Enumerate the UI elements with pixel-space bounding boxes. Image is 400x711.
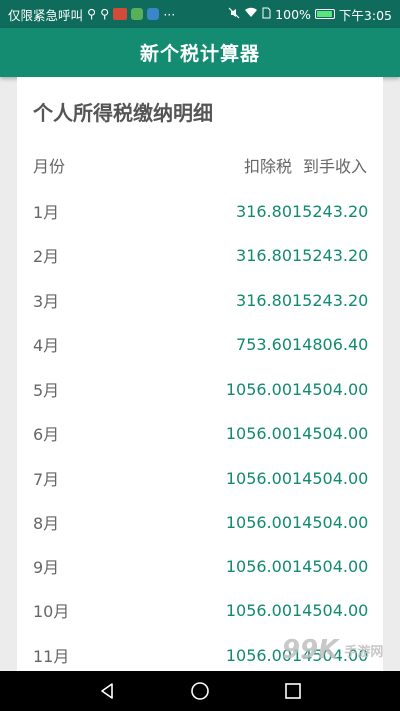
- more-notifications: ···: [163, 6, 176, 22]
- table-row: 7月 1056.00 14504.00: [33, 463, 369, 493]
- column-header-tax: 扣除税: [243, 157, 292, 176]
- row-month: 1月: [33, 203, 60, 222]
- table-row: 3月 316.80 15243.20: [33, 285, 369, 315]
- row-income: 14806.40: [292, 334, 369, 354]
- app-title: 新个税计算器: [139, 43, 260, 65]
- row-income: 14504.00: [292, 600, 369, 620]
- watermark-text: 手游网: [344, 644, 384, 660]
- table-row: 6月 1056.00 14504.00: [33, 418, 369, 448]
- home-button[interactable]: [180, 671, 220, 711]
- row-month: 4月: [33, 336, 60, 355]
- table-row: 10月 1056.00 14504.00: [33, 595, 369, 625]
- recents-icon: [285, 683, 302, 699]
- usb-icon: ⚲: [87, 5, 97, 21]
- row-month: 2月: [33, 247, 60, 266]
- home-icon: [191, 682, 209, 700]
- mute-icon: [228, 7, 240, 22]
- row-tax: 1056.00: [225, 645, 292, 665]
- row-tax: 1056.00: [225, 556, 292, 576]
- row-tax: 1056.00: [225, 512, 292, 532]
- row-tax: 1056.00: [225, 600, 292, 620]
- clock: 下午3:05: [338, 7, 392, 23]
- row-income: 15243.20: [292, 201, 369, 221]
- row-income: 14504.00: [292, 423, 369, 443]
- row-month: 5月: [33, 381, 60, 400]
- video-app-icon: [131, 8, 144, 20]
- row-tax: 316.80: [236, 290, 292, 310]
- row-income: 14504.00: [292, 512, 369, 532]
- row-month: 3月: [33, 292, 60, 311]
- usb-icon: ⚲: [100, 5, 110, 21]
- table-row: 2月 316.80 15243.20: [33, 240, 369, 270]
- status-bar: 仅限紧急呼叫 ⚲ ⚲ ··· 100% 下午3:05: [0, 0, 400, 28]
- row-month: 11月: [33, 647, 70, 666]
- row-month: 8月: [33, 514, 60, 533]
- row-tax: 753.60: [236, 334, 292, 354]
- battery-percent: 100%: [275, 6, 311, 22]
- back-button[interactable]: [87, 671, 127, 711]
- status-left: 仅限紧急呼叫 ⚲ ⚲ ···: [8, 5, 175, 24]
- battery-icon: [314, 9, 335, 19]
- sim-icon: [262, 7, 271, 22]
- news-app-icon: [113, 8, 128, 20]
- row-month: 6月: [33, 425, 60, 444]
- status-right: 100% 下午3:05: [228, 5, 392, 24]
- column-header-month: 月份: [33, 157, 66, 176]
- row-month: 9月: [33, 558, 60, 577]
- row-income: 14504.00: [292, 468, 369, 488]
- tax-detail-card: 个人所得税缴纳明细 月份 扣除税 到手收入 1月 316.80 15243.20…: [17, 77, 383, 671]
- row-income: 15243.20: [292, 290, 369, 310]
- back-icon: [100, 683, 113, 699]
- row-tax: 316.80: [236, 201, 292, 221]
- card-title: 个人所得税缴纳明细: [33, 101, 213, 125]
- table-row: 4月 753.60 14806.40: [33, 329, 369, 359]
- row-month: 10月: [33, 602, 70, 621]
- table-header: 月份 扣除税 到手收入: [33, 150, 367, 180]
- row-tax: 316.80: [236, 245, 292, 265]
- carrier-text: 仅限紧急呼叫: [8, 7, 84, 23]
- watermark-mark: 99K: [282, 635, 339, 665]
- row-income: 14504.00: [292, 556, 369, 576]
- app-bar: 新个税计算器: [0, 28, 400, 77]
- row-month: 7月: [33, 470, 60, 489]
- wifi-icon: [244, 7, 258, 21]
- table-row: 9月 1056.00 14504.00: [33, 551, 369, 581]
- navigation-bar: [0, 671, 400, 711]
- row-tax: 1056.00: [225, 423, 292, 443]
- chat-app-icon: [147, 8, 160, 20]
- table-row: 5月 1056.00 14504.00: [33, 374, 369, 404]
- table-row: 8月 1056.00 14504.00: [33, 507, 369, 537]
- row-tax: 1056.00: [225, 468, 292, 488]
- row-income: 15243.20: [292, 245, 369, 265]
- watermark-logo: 99K 手游网: [282, 630, 392, 670]
- recents-button[interactable]: [273, 671, 313, 711]
- table-row: 1月 316.80 15243.20: [33, 196, 369, 226]
- row-tax: 1056.00: [225, 379, 292, 399]
- row-income: 14504.00: [292, 379, 369, 399]
- column-header-income: 到手收入: [302, 157, 367, 176]
